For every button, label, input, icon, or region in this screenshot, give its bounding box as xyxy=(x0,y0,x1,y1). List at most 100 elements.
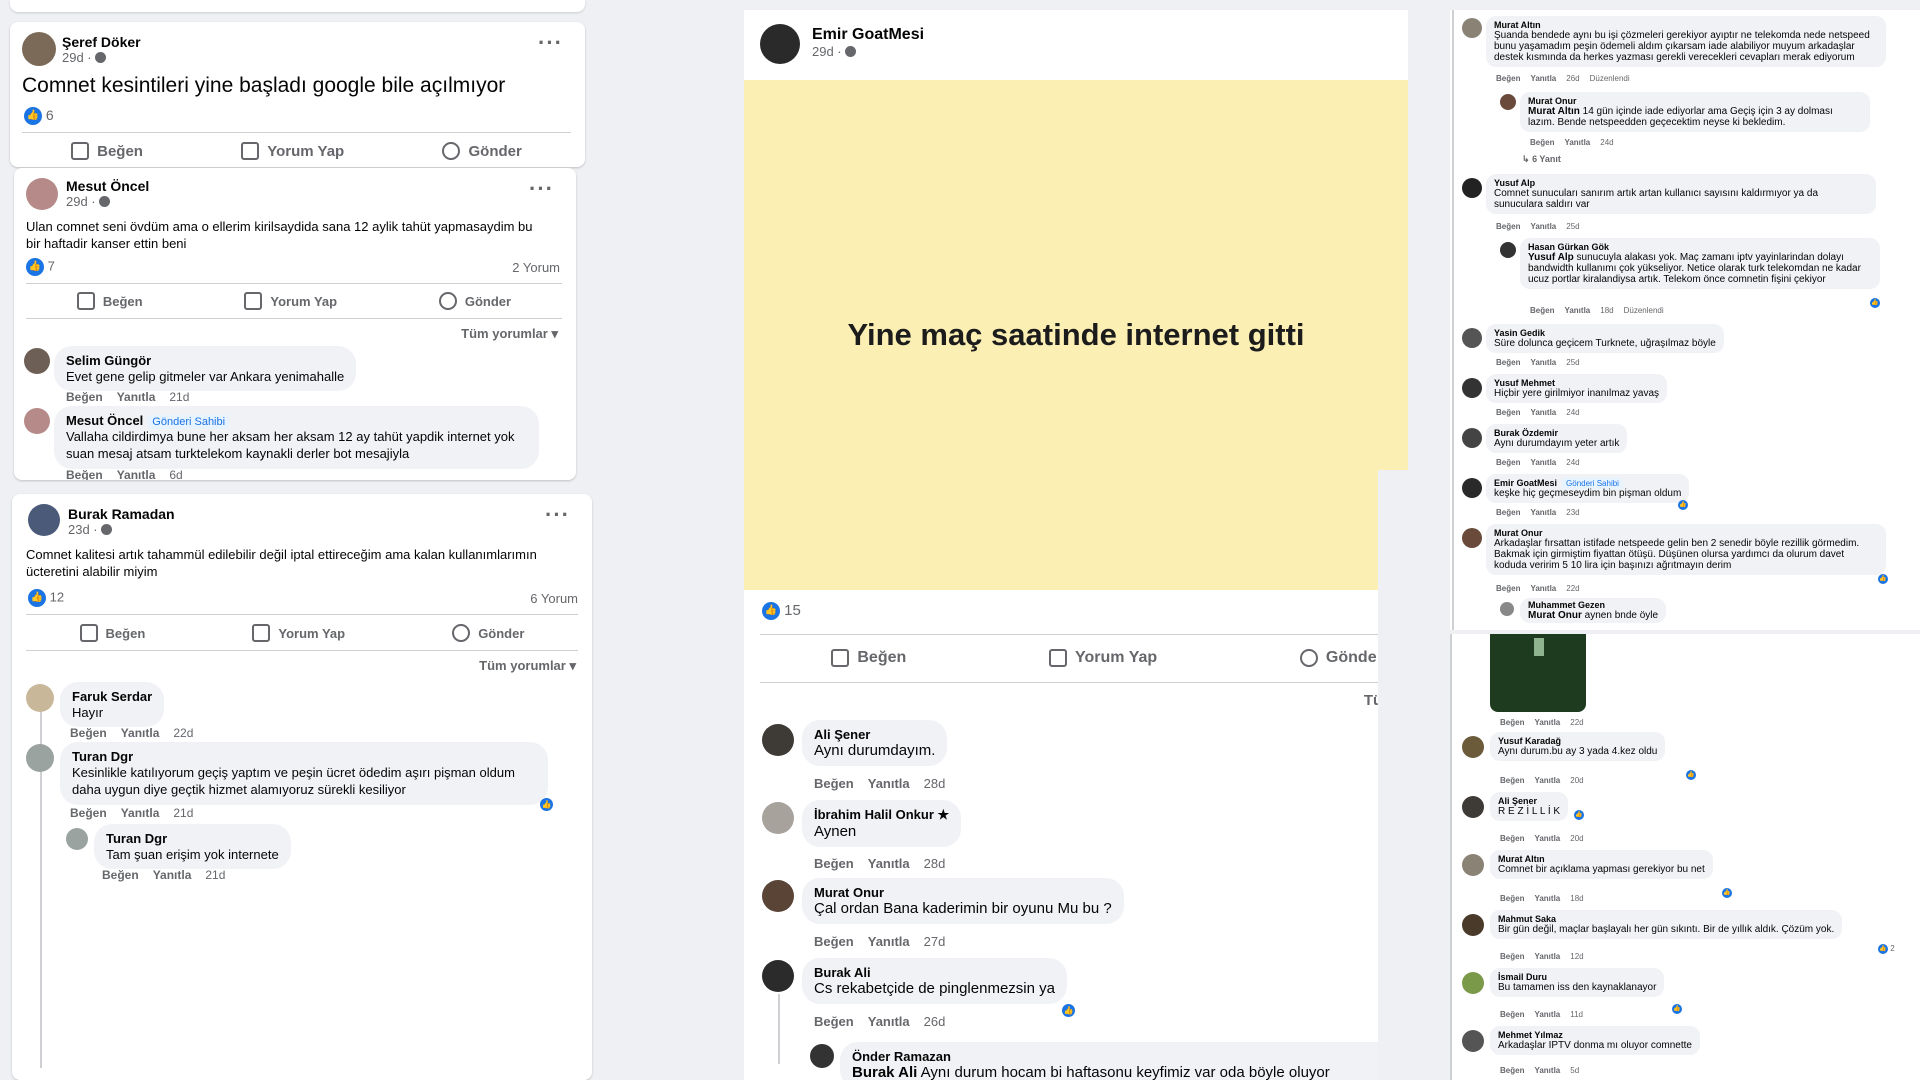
comment-avatar[interactable] xyxy=(1500,242,1516,258)
commenter-name[interactable]: Mahmut Saka xyxy=(1498,914,1834,924)
comment-avatar[interactable] xyxy=(1462,1030,1484,1052)
comment-time[interactable]: 12d xyxy=(1570,952,1583,961)
commenter-name[interactable]: İsmail Duru xyxy=(1498,972,1656,982)
comment-reply-link[interactable]: Yanıtla xyxy=(117,468,156,480)
post-time[interactable]: 29d · xyxy=(62,50,141,65)
commenter-name[interactable]: Yusuf Mehmet xyxy=(1494,378,1659,388)
comment-avatar[interactable] xyxy=(1462,796,1484,818)
comment-like-link[interactable]: Beğen xyxy=(1496,74,1520,83)
comment-reply-link[interactable]: Yanıtla xyxy=(1564,138,1590,147)
reaction-summary[interactable]: 👍 15 xyxy=(762,602,801,621)
comment-reply-link[interactable]: Yanıtla xyxy=(1534,834,1560,843)
comment-sort[interactable]: Tüm yorumlar ▾ xyxy=(479,658,576,674)
comment-avatar[interactable] xyxy=(66,828,88,850)
share-button[interactable]: Gönder xyxy=(452,624,524,642)
comment-reply-link[interactable]: Yanıtla xyxy=(1534,776,1560,785)
comment-image[interactable] xyxy=(1490,634,1586,712)
commenter-name[interactable]: Selim Güngör xyxy=(66,353,344,368)
comment-reply-link[interactable]: Yanıtla xyxy=(1534,1010,1560,1019)
more-icon[interactable]: ··· xyxy=(545,502,570,528)
avatar[interactable] xyxy=(760,24,800,64)
comment-time[interactable]: 24d xyxy=(1600,138,1613,147)
commenter-name[interactable]: Mehmet Yılmaz xyxy=(1498,1030,1692,1040)
post-time[interactable]: 29d · xyxy=(812,44,924,59)
comment-time[interactable]: 20d xyxy=(1570,776,1583,785)
comment-reply-link[interactable]: Yanıtla xyxy=(1530,74,1556,83)
reaction-summary[interactable]: 👍 2 xyxy=(1878,944,1895,954)
comment-time[interactable]: 22d xyxy=(1570,718,1583,727)
comment-time[interactable]: 28d xyxy=(924,856,946,871)
share-button[interactable]: Gönder xyxy=(438,292,511,310)
comment-like-link[interactable]: Beğen xyxy=(1530,138,1554,147)
mention[interactable]: Murat Onur xyxy=(1528,610,1582,621)
comment-avatar[interactable] xyxy=(1462,854,1484,876)
comment-like-link[interactable]: Beğen xyxy=(814,856,854,871)
comment-like-link[interactable]: Beğen xyxy=(1496,222,1520,231)
comment-like-link[interactable]: Beğen xyxy=(66,468,103,480)
comment-reply-link[interactable]: Yanıtla xyxy=(153,868,192,882)
commenter-name[interactable]: Faruk Serdar xyxy=(72,689,152,704)
commenter-name[interactable]: Ali Şener xyxy=(1498,796,1560,806)
comment-avatar[interactable] xyxy=(762,802,794,834)
comment-reply-link[interactable]: Yanıtla xyxy=(1564,306,1590,315)
avatar[interactable] xyxy=(22,32,56,66)
reaction-summary[interactable]: 👍 12 xyxy=(28,589,64,607)
view-replies-link[interactable]: ↳ 6 Yanıt xyxy=(1522,154,1561,165)
comment-avatar[interactable] xyxy=(1462,478,1482,498)
comment-like-link[interactable]: Beğen xyxy=(1500,718,1524,727)
comment-avatar[interactable] xyxy=(1462,378,1482,398)
comment-avatar[interactable] xyxy=(762,960,794,992)
comment-like-link[interactable]: Beğen xyxy=(1500,1066,1524,1075)
like-reaction-icon[interactable]: 👍 xyxy=(1870,298,1880,308)
commenter-name[interactable]: İbrahim Halil Onkur ★ xyxy=(814,807,949,823)
comment-reply-link[interactable]: Yanıtla xyxy=(1534,894,1560,903)
comment-avatar[interactable] xyxy=(1462,18,1482,38)
like-button[interactable]: Beğen xyxy=(71,142,143,160)
comment-avatar[interactable] xyxy=(1462,914,1484,936)
more-icon[interactable]: ··· xyxy=(538,30,563,56)
comment-avatar[interactable] xyxy=(810,1044,834,1068)
comment-time[interactable]: 25d xyxy=(1566,222,1579,231)
comment-reply-link[interactable]: Yanıtla xyxy=(868,934,910,949)
comment-time[interactable]: 6d xyxy=(169,468,182,480)
comment-button[interactable]: Yorum Yap xyxy=(1049,649,1157,667)
comment-avatar[interactable] xyxy=(1462,178,1482,198)
commenter-name[interactable]: Murat Onur xyxy=(814,885,1112,900)
comment-button[interactable]: Yorum Yap xyxy=(241,142,344,160)
like-button[interactable]: Beğen xyxy=(831,649,906,667)
comment-like-link[interactable]: Beğen xyxy=(814,1014,854,1029)
comment-avatar[interactable] xyxy=(1500,94,1516,110)
comment-like-link[interactable]: Beğen xyxy=(814,934,854,949)
commenter-name[interactable]: Yusuf Alp xyxy=(1494,178,1868,188)
commenter-name[interactable]: Yasin Gedik xyxy=(1494,328,1716,338)
comment-count[interactable]: 2 Yorum xyxy=(512,260,560,275)
post-image[interactable]: Yine maç saatinde internet gitti xyxy=(744,80,1408,590)
post-author[interactable]: Şeref Döker xyxy=(62,34,141,50)
comment-time[interactable]: 21d xyxy=(205,868,225,882)
reaction-summary[interactable]: 👍 6 xyxy=(24,107,54,126)
comment-reply-link[interactable]: Yanıtla xyxy=(1530,458,1556,467)
comment-like-link[interactable]: Beğen xyxy=(1530,306,1554,315)
comment-like-link[interactable]: Beğen xyxy=(1500,894,1524,903)
comment-reply-link[interactable]: Yanıtla xyxy=(117,390,156,404)
comment-like-link[interactable]: Beğen xyxy=(70,726,107,740)
comment-reply-link[interactable]: Yanıtla xyxy=(868,1014,910,1029)
share-button[interactable]: Gönder xyxy=(442,142,522,160)
comment-time[interactable]: 18d xyxy=(1600,306,1613,315)
comment-avatar[interactable] xyxy=(24,408,50,434)
like-button[interactable]: Beğen xyxy=(76,292,143,310)
comment-time[interactable]: 27d xyxy=(924,934,946,949)
comment-avatar[interactable] xyxy=(1500,602,1514,616)
post-time[interactable]: 23d · xyxy=(68,522,175,537)
comment-button[interactable]: Yorum Yap xyxy=(244,292,337,310)
comment-time[interactable]: 22d xyxy=(173,726,193,740)
commenter-name[interactable]: Hasan Gürkan Gök xyxy=(1528,242,1872,252)
comment-sort[interactable]: Tüm yorumlar ▾ xyxy=(461,326,558,342)
comment-like-link[interactable]: Beğen xyxy=(1496,584,1520,593)
comment-button[interactable]: Yorum Yap xyxy=(252,624,345,642)
commenter-name[interactable]: Murat Onur xyxy=(1528,96,1862,106)
more-icon[interactable]: ··· xyxy=(529,176,554,202)
commenter-name[interactable]: Turan Dgr xyxy=(106,831,279,846)
like-reaction-icon[interactable]: 👍 xyxy=(1686,770,1696,780)
comment-count[interactable]: 6 Yorum xyxy=(530,591,578,606)
